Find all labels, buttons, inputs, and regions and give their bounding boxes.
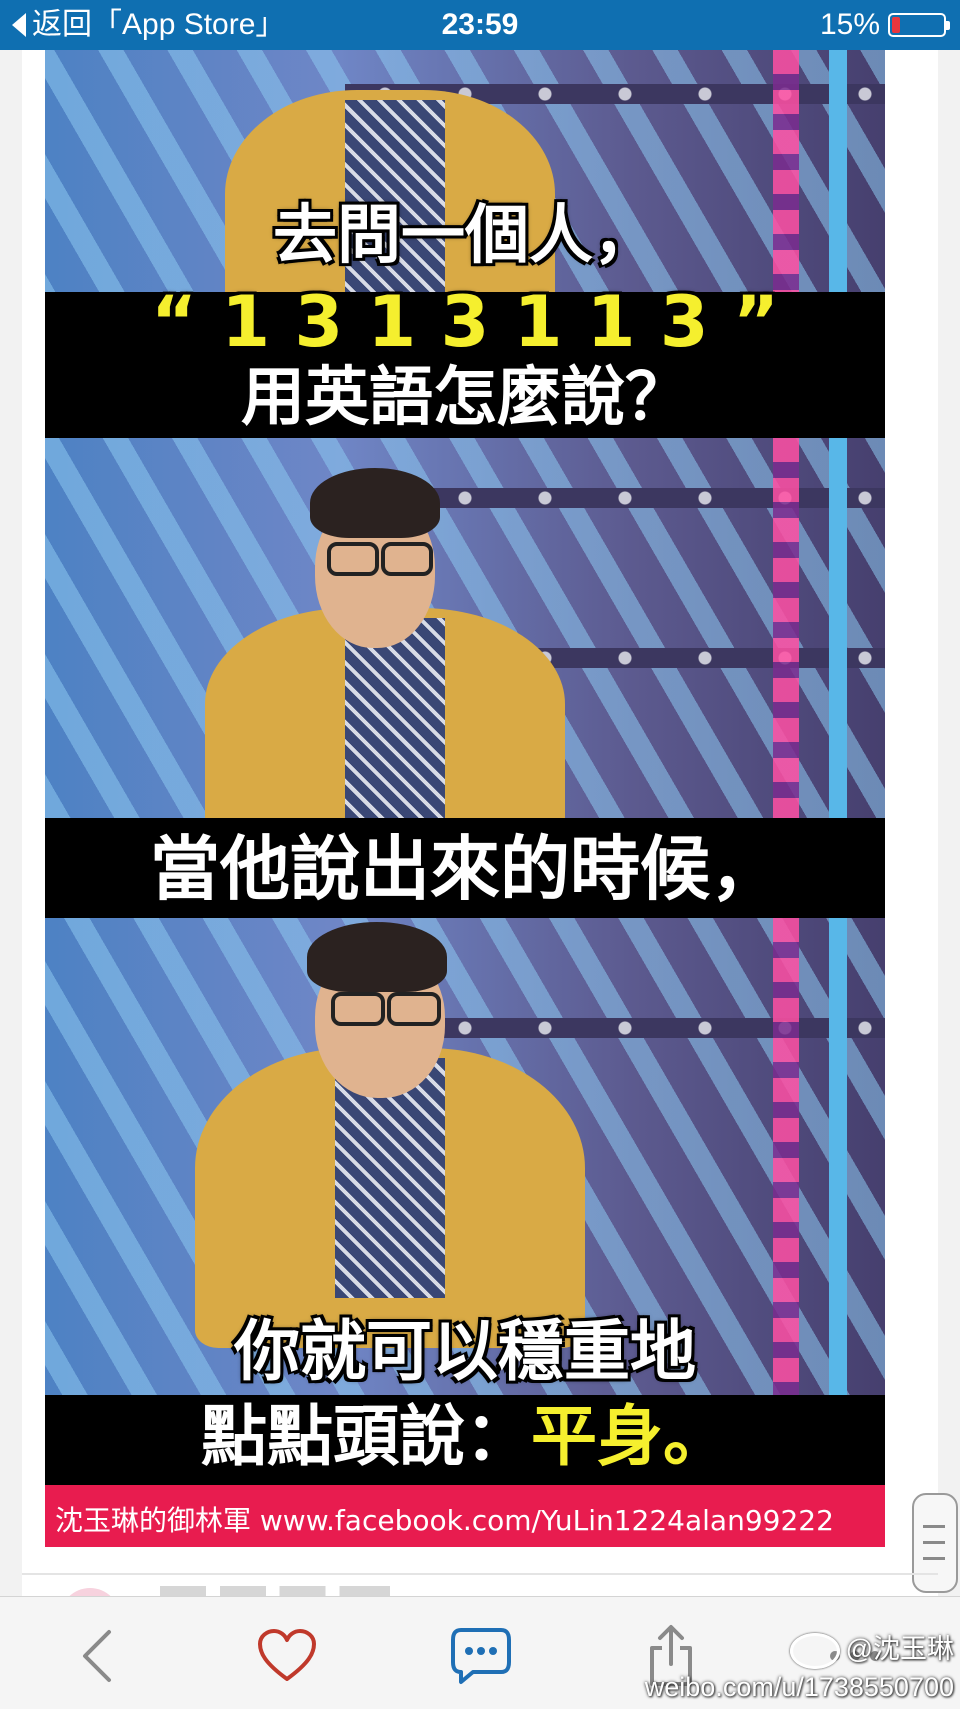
caption-2: 當他說出來的時候，: [150, 828, 780, 910]
divider: [22, 1573, 938, 1575]
scroll-handle[interactable]: [912, 1493, 958, 1593]
battery-indicator: 15%: [819, 8, 950, 42]
status-bar: 返回「App Store」 23:59 15%: [0, 0, 960, 50]
meme-footer: 沈玉琳的御林軍 www.facebook.com/YuLin1224alan99…: [45, 1485, 885, 1547]
meme-panel-2: [45, 438, 885, 818]
caption-3-white: 點點頭說：: [201, 1398, 531, 1475]
caption-1-line-3: 用英語怎麼說？: [241, 361, 689, 435]
meme-image[interactable]: 去問一個人， “ 1 3 1 3 1 1 3 ” 用英語怎麼說？ 當他說出來的時…: [45, 50, 885, 1547]
bottom-toolbar: @沈玉琳 weibo.com/u/1738550700: [0, 1596, 960, 1709]
chevron-left-icon: [83, 1630, 111, 1682]
watermark-handle: @沈玉琳: [845, 1634, 954, 1665]
caption-1-numbers: “ 1 3 1 3 1 1 3 ”: [151, 281, 779, 363]
caption-1-line-1: 去問一個人，: [273, 199, 657, 273]
back-button[interactable]: [62, 1621, 132, 1691]
watermark-url: weibo.com/u/1738550700: [644, 1672, 954, 1702]
comment-icon: [451, 1628, 511, 1684]
comment-button[interactable]: [446, 1621, 516, 1691]
meme-footer-text: 沈玉琳的御林軍 www.facebook.com/YuLin1224alan99…: [55, 1504, 834, 1537]
battery-percent: 15%: [819, 8, 880, 41]
caption-3-line-1: 你就可以穩重地: [234, 1313, 696, 1390]
battery-level: [892, 17, 900, 33]
status-time: 23:59: [441, 8, 519, 41]
caption-3-line-2: 點點頭說：平身。: [45, 1395, 885, 1479]
heart-icon: [258, 1629, 316, 1681]
like-button[interactable]: [252, 1621, 322, 1691]
battery-icon: [888, 13, 950, 37]
weibo-logo-icon: [789, 1633, 840, 1669]
caption-3-punchline: 平身。: [531, 1398, 729, 1475]
weibo-watermark: @沈玉琳 weibo.com/u/1738550700: [645, 1631, 954, 1705]
